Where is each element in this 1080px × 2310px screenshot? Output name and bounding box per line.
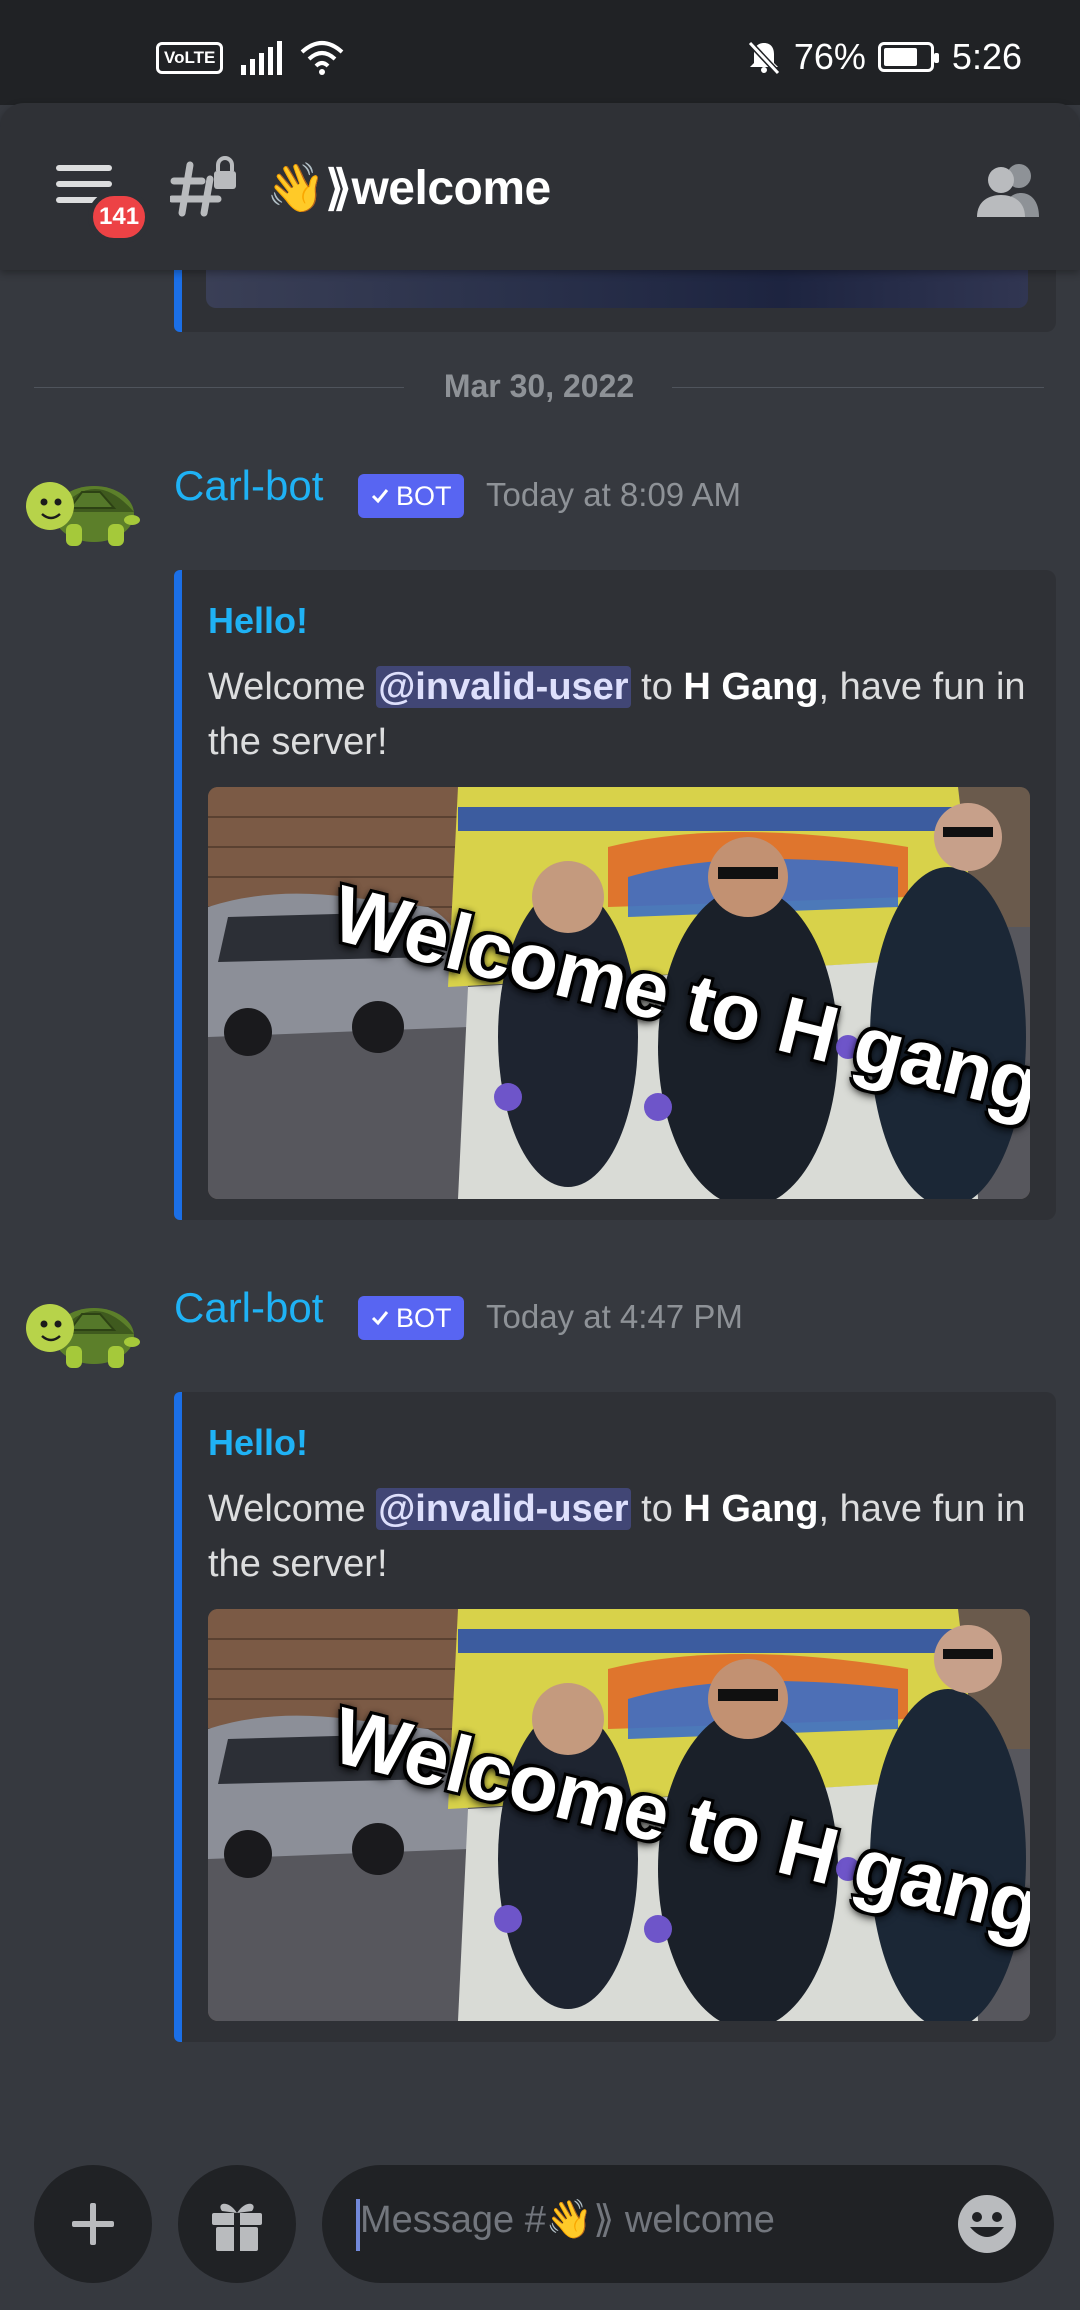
signal-icon — [241, 41, 283, 75]
embed-description: Welcome @invalid-user to H Gang, have fu… — [208, 660, 1038, 770]
bot-tag-label: BOT — [396, 1302, 452, 1333]
embed-title: Hello! — [208, 600, 309, 641]
checkmark-icon — [371, 1311, 389, 1326]
message-input-placeholder: Message #👋⟫ welcome — [360, 2199, 775, 2241]
bot-tag: BOT — [358, 1296, 464, 1340]
message-author[interactable]: Carl-bot — [174, 462, 323, 510]
bot-tag-label: BOT — [396, 480, 452, 511]
gif-caption: Welcome to H gang! — [324, 1690, 1030, 1959]
welcome-embed: Hello! Welcome @invalid-user to H Gang, h… — [174, 1392, 1056, 2042]
add-attachment-button[interactable] — [34, 2165, 152, 2283]
notification-badge: 141 — [88, 191, 151, 243]
members-icon[interactable] — [975, 161, 1041, 217]
status-right: 76% 5:26 — [746, 36, 1022, 78]
bell-muted-icon — [747, 40, 781, 75]
turtle-avatar[interactable] — [22, 462, 140, 552]
battery-percent: 76% — [793, 36, 866, 77]
bot-tag: BOT — [358, 474, 464, 518]
turtle-avatar[interactable] — [22, 1284, 140, 1374]
gif-caption: Welcome to H gang! — [324, 868, 1030, 1137]
message-author[interactable]: Carl-bot — [174, 1284, 323, 1332]
channel-title: 👋⟫welcome — [266, 162, 551, 215]
wifi-icon — [300, 41, 344, 75]
embed-text: Welcome — [208, 1488, 377, 1530]
battery-icon — [877, 42, 939, 72]
message-timestamp: Today at 4:47 PM — [486, 1298, 743, 1335]
embed-description: Welcome @invalid-user to H Gang, have fu… — [208, 1482, 1038, 1592]
embed-text: to — [630, 666, 684, 708]
clock: 5:26 — [951, 36, 1022, 77]
channel-header: 141 👋⟫welcome — [0, 103, 1080, 270]
status-left: VoLTE — [156, 40, 344, 76]
message-composer: Message #👋⟫ welcome — [0, 2150, 1080, 2310]
server-name: H Gang — [683, 666, 819, 708]
date-divider: Mar 30, 2022 — [34, 368, 1044, 408]
gift-icon — [212, 2203, 262, 2251]
server-name: H Gang — [683, 1488, 819, 1530]
locked-channel-icon — [170, 156, 236, 217]
embed-text: to — [630, 1488, 684, 1530]
volte-indicator: VoLTE — [156, 42, 224, 74]
emoji-icon[interactable] — [956, 2193, 1018, 2255]
user-mention[interactable]: @invalid-user — [376, 666, 631, 708]
message-timestamp: Today at 8:09 AM — [486, 476, 741, 513]
welcome-embed: Hello! Welcome @invalid-user to H Gang, h… — [174, 570, 1056, 1220]
embed-title: Hello! — [208, 1422, 309, 1463]
embed-gif[interactable]: Welcome to H gang! — [208, 787, 1030, 1199]
gift-button[interactable] — [178, 2165, 296, 2283]
embed-gif[interactable]: Welcome to H gang! — [208, 1609, 1030, 2021]
embed-text: Welcome — [208, 666, 377, 708]
user-mention[interactable]: @invalid-user — [376, 1488, 631, 1530]
plus-icon — [72, 2203, 114, 2245]
message-input[interactable]: Message #👋⟫ welcome — [322, 2165, 1054, 2283]
status-bar: VoLTE 76% 5:26 — [0, 0, 1080, 105]
checkmark-icon — [371, 489, 389, 504]
